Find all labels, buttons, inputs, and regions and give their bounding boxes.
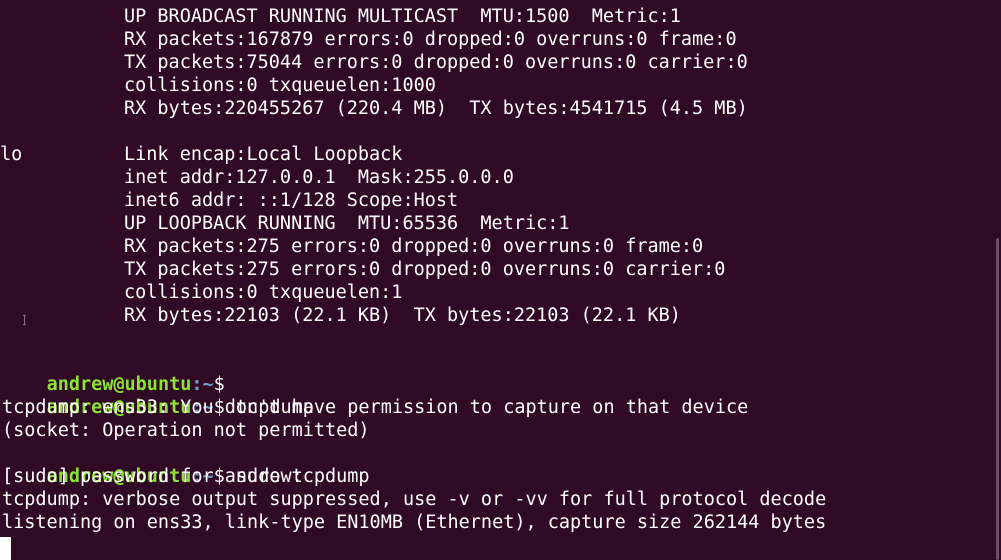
prompt-line: andrew@ubuntu:~$ sudo tcpdump [2, 442, 370, 487]
lo-inet-line: inet addr:127.0.0.1 Mask:255.0.0.0 [124, 167, 514, 188]
scrollbar-thumb[interactable] [996, 238, 999, 560]
prompt-line: andrew@ubuntu:~$ tcpdump [2, 373, 314, 418]
lo-link-encap-line: Link encap:Local Loopback [124, 144, 403, 165]
lo-tx-packets-line: TX packets:275 errors:0 dropped:0 overru… [124, 259, 726, 280]
output-line: tcpdump: verbose output suppressed, use … [2, 489, 827, 510]
lo-flags-line: UP LOOPBACK RUNNING MTU:65536 Metric:1 [124, 213, 570, 234]
output-line: (socket: Operation not permitted) [2, 420, 370, 441]
ens33-rx-packets-line: RX packets:167879 errors:0 dropped:0 ove… [124, 29, 737, 50]
ens33-flags-line: UP BROADCAST RUNNING MULTICAST MTU:1500 … [124, 6, 681, 27]
lo-inet6-line: inet6 addr: ::1/128 Scope:Host [124, 190, 459, 211]
output-line: tcpdump: ens33: You don't have permissio… [2, 397, 749, 418]
ens33-tx-packets-line: TX packets:75044 errors:0 dropped:0 over… [124, 52, 748, 73]
terminal-window[interactable]: UP BROADCAST RUNNING MULTICAST MTU:1500 … [0, 0, 1001, 560]
ibeam-cursor-icon [23, 315, 26, 325]
output-line: [sudo] password for andrew: [2, 466, 303, 487]
ens33-collisions-line: collisions:0 txqueuelen:1000 [124, 75, 436, 96]
prompt-line: andrew@ubuntu:~$ [2, 350, 225, 395]
lo-rx-packets-line: RX packets:275 errors:0 dropped:0 overru… [124, 236, 704, 257]
lo-collisions-line: collisions:0 txqueuelen:1 [124, 282, 403, 303]
text-cursor [0, 537, 11, 560]
lo-iface-name: lo [0, 144, 23, 165]
lo-bytes-line: RX bytes:22103 (22.1 KB) TX bytes:22103 … [124, 305, 681, 326]
ens33-bytes-line: RX bytes:220455267 (220.4 MB) TX bytes:4… [124, 98, 748, 119]
output-line: listening on ens33, link-type EN10MB (Et… [2, 512, 827, 533]
